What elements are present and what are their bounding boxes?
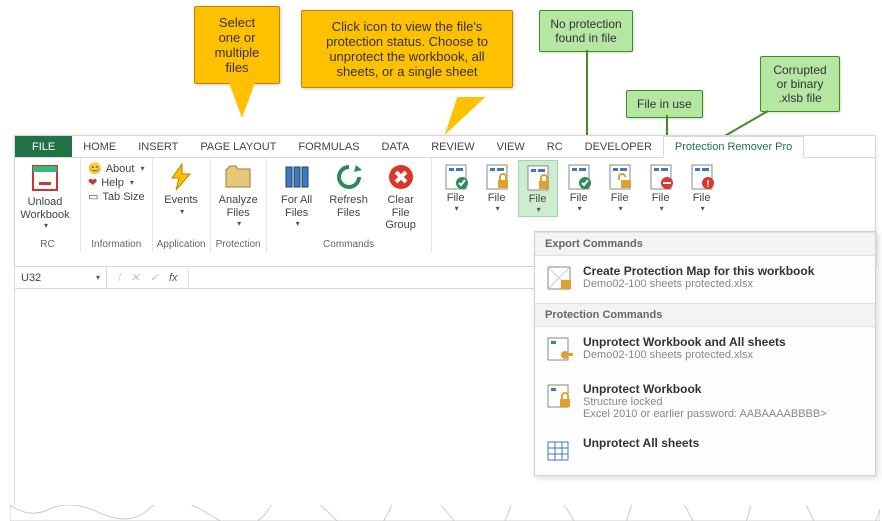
workbook-unload-icon — [29, 162, 61, 194]
analyze-files-button[interactable]: Analyze Files▾ — [215, 160, 262, 230]
unload-workbook-button[interactable]: Unload Workbook▾ — [19, 160, 71, 232]
group-application: Events▾ Application — [153, 158, 211, 252]
group-information: 😊About▾ ❤Help▾ ▭Tab Size Information — [81, 158, 153, 252]
dd-unprotect-workbook[interactable]: Unprotect WorkbookStructure lockedExcel … — [535, 374, 875, 428]
file-inuse-icon — [646, 162, 676, 192]
tab-data[interactable]: DATA — [371, 136, 421, 157]
tab-file[interactable]: FILE — [15, 136, 72, 157]
file-check-icon — [441, 162, 471, 192]
events-button[interactable]: Events▾ — [157, 160, 206, 218]
dd-create-protection-map[interactable]: Create Protection Map for this workbookD… — [535, 256, 875, 303]
dd-section-protection: Protection Commands — [535, 303, 875, 327]
refresh-icon — [334, 162, 364, 192]
file-button-5[interactable]: File▾ — [600, 160, 640, 215]
file-button-3-active[interactable]: File▾ — [518, 160, 558, 217]
workbook-key-icon — [545, 335, 573, 366]
help-icon: ❤ — [88, 176, 97, 189]
tabsize-icon: ▭ — [88, 190, 98, 203]
dd-unprotect-all[interactable]: Unprotect Workbook and All sheetsDemo02-… — [535, 327, 875, 374]
callout-corrupted: Corrupted or binary .xlsb file — [760, 56, 840, 112]
callout-pointer-1 — [228, 80, 256, 118]
smiley-icon: 😊 — [88, 162, 102, 175]
file-lock-active-icon — [523, 163, 553, 193]
file-button-2[interactable]: File▾ — [477, 160, 517, 215]
workbook-lock-icon — [545, 382, 573, 413]
file-warn-icon: ! — [687, 162, 717, 192]
tab-developer[interactable]: DEVELOPER — [574, 136, 663, 157]
about-button[interactable]: 😊About▾ — [88, 162, 145, 175]
tab-size-button[interactable]: ▭Tab Size — [88, 190, 145, 203]
tab-rc[interactable]: RC — [536, 136, 574, 157]
group-label-rc: RC — [19, 239, 76, 251]
tab-review[interactable]: REVIEW — [420, 136, 485, 157]
clear-icon — [386, 162, 416, 192]
group-label-info: Information — [85, 239, 148, 251]
name-box[interactable]: U32▾ — [15, 267, 107, 288]
dd-unprotect-sheets[interactable]: Unprotect All sheets — [535, 428, 875, 475]
tab-home[interactable]: HOME — [72, 136, 127, 157]
tab-insert[interactable]: INSERT — [127, 136, 189, 157]
tab-formulas[interactable]: FORMULAS — [287, 136, 370, 157]
file-lock-icon — [482, 162, 512, 192]
tab-view[interactable]: VIEW — [486, 136, 536, 157]
tab-protection-remover-pro[interactable]: Protection Remover Pro — [663, 136, 804, 158]
file-dropdown-panel: Export Commands Create Protection Map fo… — [534, 231, 876, 476]
lightning-icon — [166, 162, 196, 192]
file-button-4[interactable]: File▾ — [559, 160, 599, 215]
file-button-6[interactable]: File▾ — [641, 160, 681, 215]
dd-section-export: Export Commands — [535, 232, 875, 256]
group-label-app: Application — [157, 239, 206, 251]
tab-page-layout[interactable]: PAGE LAYOUT — [189, 136, 287, 157]
callout-click-icon: Click icon to view the file's protection… — [301, 10, 513, 88]
group-commands: For All Files▾ Refresh Files Clear File … — [267, 158, 432, 252]
callout-select-files: Select one or multiple files — [194, 6, 280, 84]
group-protection: Analyze Files▾ Protection — [211, 158, 267, 252]
for-all-files-button[interactable]: For All Files▾ — [271, 160, 323, 230]
file-ok-icon — [564, 162, 594, 192]
group-rc: Unload Workbook▾ RC — [15, 158, 81, 252]
clear-file-group-button[interactable]: Clear File Group — [375, 160, 427, 234]
group-label-prot: Protection — [215, 239, 262, 251]
file-button-1[interactable]: File▾ — [436, 160, 476, 215]
callout-no-protection: No protection found in file — [539, 10, 633, 52]
tabs-strip: FILE HOME INSERT PAGE LAYOUT FORMULAS DA… — [15, 136, 875, 158]
refresh-files-button[interactable]: Refresh Files — [323, 160, 375, 221]
fx-icon[interactable]: fx — [169, 272, 178, 284]
cancel-icon[interactable]: ✕ — [131, 271, 140, 284]
sheets-icon — [545, 436, 573, 467]
binders-icon — [282, 162, 312, 192]
callout-pointer-2 — [431, 97, 486, 135]
svg-text:!: ! — [706, 179, 709, 190]
callout-file-in-use: File in use — [626, 90, 703, 118]
group-label-cmd: Commands — [271, 239, 427, 251]
file-button-7[interactable]: !File▾ — [682, 160, 722, 215]
file-unlocked-icon — [605, 162, 635, 192]
map-lock-icon — [545, 264, 573, 295]
help-button[interactable]: ❤Help▾ — [88, 176, 145, 189]
enter-icon[interactable]: ✓ — [150, 271, 159, 284]
torn-edge — [10, 505, 880, 521]
folder-analyze-icon — [223, 162, 253, 192]
formula-controls: ⁝ ✕ ✓ fx — [107, 271, 188, 284]
